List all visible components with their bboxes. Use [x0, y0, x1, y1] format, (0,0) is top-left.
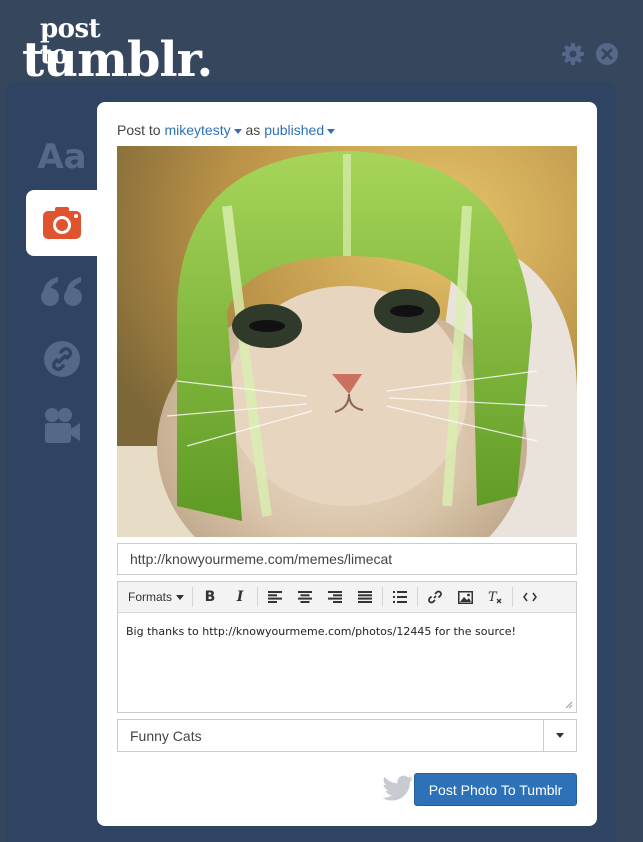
- code-icon: [523, 592, 537, 602]
- bullet-list-button[interactable]: [385, 582, 415, 613]
- post-to-label: Post to: [117, 122, 161, 138]
- insert-link-button[interactable]: [420, 582, 450, 613]
- tags-select-value: Funny Cats: [130, 727, 202, 744]
- resize-handle-icon[interactable]: [565, 701, 573, 709]
- link-icon: [428, 590, 442, 604]
- clear-formatting-button[interactable]: T: [480, 582, 510, 613]
- toolbar-divider: [382, 587, 384, 607]
- sidebar-item-video[interactable]: [26, 392, 98, 458]
- justify-icon: [358, 591, 373, 603]
- chevron-down-icon: [176, 594, 185, 600]
- camera-icon: [43, 207, 81, 239]
- source-code-button[interactable]: [515, 582, 545, 613]
- bold-button[interactable]: B: [195, 582, 225, 613]
- close-icon[interactable]: [595, 42, 619, 66]
- sidebar-item-photo[interactable]: [26, 190, 98, 256]
- chevron-down-icon: [233, 128, 242, 134]
- publish-state-selector[interactable]: published: [264, 122, 336, 138]
- clear-formatting-icon: T: [488, 590, 502, 604]
- bullet-list-icon: [393, 591, 408, 603]
- tags-select[interactable]: Funny Cats: [117, 719, 577, 752]
- toolbar-divider: [512, 587, 514, 607]
- photo-preview: [117, 146, 577, 537]
- sidebar-item-text[interactable]: Aa: [26, 124, 98, 190]
- italic-button[interactable]: I: [225, 582, 255, 613]
- align-right-button[interactable]: [320, 582, 350, 613]
- text-icon: Aa: [37, 137, 87, 177]
- image-icon: [457, 590, 473, 604]
- italic-icon: I: [236, 589, 244, 605]
- editor-toolbar: Formats B I T: [118, 582, 576, 613]
- align-center-icon: [298, 591, 313, 603]
- align-right-icon: [328, 591, 343, 603]
- align-center-button[interactable]: [290, 582, 320, 613]
- formats-dropdown[interactable]: Formats: [122, 582, 190, 613]
- brand-line2: tumblr.: [22, 32, 213, 88]
- chevron-down-icon: [556, 733, 564, 738]
- sidebar-item-link[interactable]: [26, 326, 98, 392]
- toolbar-divider: [192, 587, 194, 607]
- justify-button[interactable]: [350, 582, 380, 613]
- quote-icon: [41, 277, 83, 309]
- tags-select-toggle[interactable]: [543, 720, 576, 751]
- insert-image-button[interactable]: [450, 582, 480, 613]
- chevron-down-icon: [327, 128, 336, 134]
- caption-text[interactable]: Big thanks to http://knowyourmeme.com/ph…: [118, 613, 576, 650]
- post-to-line: Post to mikeytesty as published: [117, 122, 336, 138]
- gear-icon[interactable]: [561, 42, 585, 66]
- as-label: as: [245, 122, 261, 138]
- video-camera-icon: [43, 407, 81, 443]
- svg-text:T: T: [488, 590, 498, 604]
- post-form-card: Post to mikeytesty as published http://k…: [97, 102, 597, 826]
- sidebar-item-quote[interactable]: [26, 260, 98, 326]
- link-icon: [44, 341, 80, 377]
- align-left-button[interactable]: [260, 582, 290, 613]
- toolbar-divider: [257, 587, 259, 607]
- twitter-icon[interactable]: [382, 775, 414, 808]
- post-photo-button[interactable]: Post Photo To Tumblr: [414, 773, 577, 806]
- blog-selector[interactable]: mikeytesty: [164, 122, 242, 138]
- bold-icon: B: [204, 589, 216, 605]
- caption-editor: Formats B I T Big thanks to http://knowy…: [117, 581, 577, 713]
- source-url-input[interactable]: [117, 543, 577, 575]
- align-left-icon: [268, 591, 283, 603]
- toolbar-divider: [417, 587, 419, 607]
